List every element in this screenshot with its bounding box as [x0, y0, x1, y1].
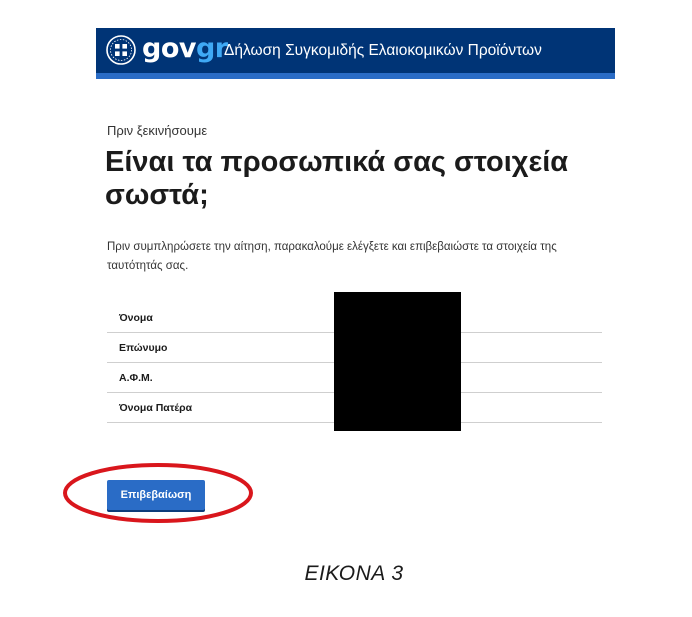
redaction-box — [334, 292, 461, 431]
page-title: Είναι τα προσωπικά σας στοιχεία σωστά; — [105, 146, 569, 211]
site-header: gov gr Δήλωση Συγκομιδής Ελαιοκομικών Προ… — [96, 28, 615, 79]
detail-label: Α.Φ.Μ. — [119, 371, 153, 384]
govgr-logo[interactable]: gov gr — [142, 31, 228, 67]
greek-coat-of-arms-icon — [106, 35, 136, 65]
logo-gr-text: gr — [195, 33, 228, 64]
detail-label: Επώνυμο — [119, 341, 168, 354]
service-title: Δήλωση Συγκομιδής Ελαιοκομικών Προϊόντων — [224, 42, 542, 59]
logo-gov-text: gov — [142, 33, 196, 64]
confirm-button[interactable]: Επιβεβαίωση — [107, 480, 205, 510]
figure-caption: ΕΙΚΟΝΑ 3 — [0, 562, 692, 586]
detail-label: Όνομα Πατέρα — [119, 401, 193, 414]
detail-label: Όνομα — [119, 311, 153, 324]
page-caption: Πριν ξεκινήσουμε — [107, 123, 208, 138]
intro-text: Πριν συμπληρώσετε την αίτηση, παρακαλούμ… — [107, 241, 557, 272]
figure-caption-text: ΕΙΚΟΝΑ 3 — [304, 562, 404, 585]
